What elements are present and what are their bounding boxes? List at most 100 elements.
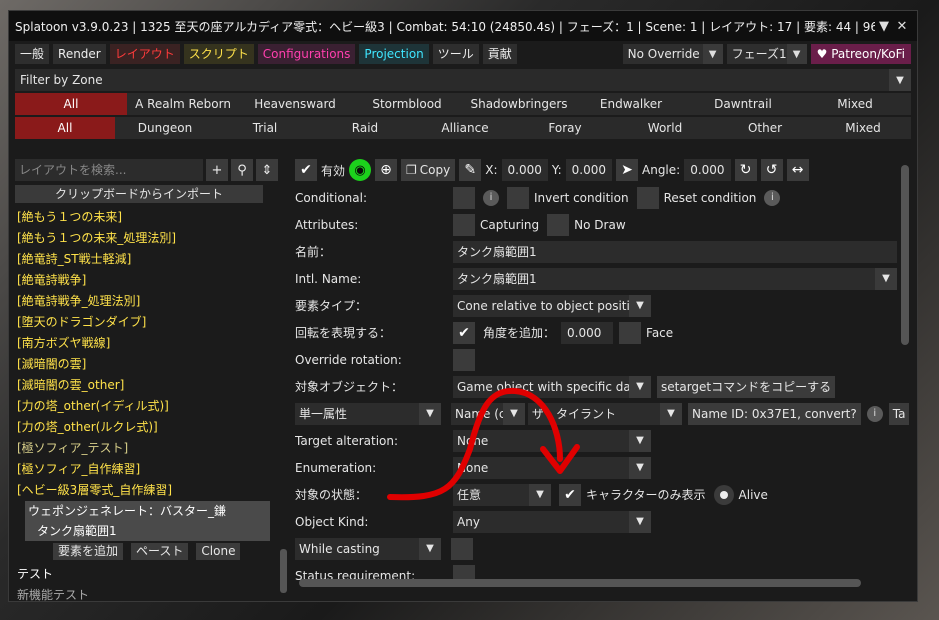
tab-tools[interactable]: ツール [432,44,479,64]
tab-content-raid[interactable]: Raid [315,117,415,139]
import-clipboard-button[interactable]: クリップボードからインポート [15,185,263,203]
face-checkbox[interactable]: ✔ [619,321,642,344]
rotate-cw-icon[interactable]: ↻ [734,159,757,181]
flip-horizontal-icon[interactable]: ↔ [786,159,809,181]
tab-exp-hw[interactable]: Heavensward [239,93,351,115]
phase-select[interactable]: フェーズ1 ▼ [726,44,807,64]
name-column-dropdown[interactable]: Name (c ▼ [451,402,525,425]
tab-content-alliance[interactable]: Alliance [415,117,515,139]
no-draw-checkbox[interactable]: ✔ [547,213,570,236]
layout-item[interactable]: [絶もう１つの未来_処理法別] [15,228,287,249]
casting-checkbox[interactable]: ✔ [451,537,473,560]
info-icon[interactable]: i [483,189,499,206]
tab-exp-mixed[interactable]: Mixed [799,93,911,115]
tab-general[interactable]: 一般 [15,44,50,64]
search-plus-icon[interactable]: ⚲ [231,159,253,181]
layout-item[interactable]: [絶竜詩戦争] [15,270,287,291]
override-rotation-checkbox[interactable]: ✔ [453,348,475,371]
tab-exp-shb[interactable]: Shadowbringers [463,93,575,115]
name-input[interactable]: タンク扇範囲1 [453,240,897,263]
info-icon[interactable]: i [764,189,781,206]
layout-item[interactable]: [力の塔_other(ルクレ式)] [15,417,287,438]
selected-element-item[interactable]: タンク扇範囲1 [25,521,270,541]
invert-condition-checkbox[interactable]: ✔ [507,186,529,209]
splatoon-window[interactable]: Splatoon v3.9.0.23 | 1325 至天の座アルカディア零式：ヘ… [8,10,918,602]
sort-icon[interactable]: ⇕ [256,159,278,181]
layout-item[interactable]: [極ソフィア_自作練習] [15,459,287,480]
tab-exp-all[interactable]: All [15,93,127,115]
ta-button[interactable]: Ta [888,402,910,425]
layout-item[interactable]: [極ソフィア_テスト] [15,438,287,459]
close-icon[interactable]: ✕ [893,19,911,34]
copy-button[interactable]: ❐ Copy [401,159,456,181]
target-alteration-dropdown[interactable]: None ▼ [453,429,651,452]
reset-condition-checkbox[interactable]: ✔ [636,186,659,209]
layout-item[interactable]: [絶竜詩_ST戦士軽減] [15,249,287,270]
tab-exp-dt[interactable]: Dawntrail [687,93,799,115]
info-icon[interactable]: i [866,405,883,422]
tab-content-all[interactable]: All [15,117,115,139]
horizontal-scrollbar[interactable] [299,579,861,587]
paste-button[interactable]: ペースト [131,543,189,560]
intl-name-dropdown[interactable]: タンク扇範囲1 ▼ [453,267,897,290]
tab-content-other[interactable]: Other [715,117,815,139]
selected-layout-item[interactable]: ウェポンジェネレート：バスター_鎌 [25,501,270,521]
enumeration-dropdown[interactable]: None ▼ [453,456,651,479]
angle-input[interactable]: 0.000 [684,159,731,181]
tab-projection[interactable]: Projection [359,44,429,64]
layout-item[interactable]: [南方ボズヤ戦線] [15,333,287,354]
tab-script[interactable]: スクリプト [183,44,254,64]
tab-content-world[interactable]: World [615,117,715,139]
tab-render[interactable]: Render [53,44,106,64]
tab-exp-ew[interactable]: Endwalker [575,93,687,115]
target-object-dropdown[interactable]: Game object with specific data ▼ [453,375,651,398]
layout-group[interactable]: テスト [15,564,287,585]
npc-name-dropdown[interactable]: ザ・タイラント ▼ [528,402,682,425]
conditional-checkbox[interactable]: ✔ [453,186,475,209]
tab-configurations[interactable]: Configurations [257,44,356,64]
tab-exp-arr[interactable]: A Realm Reborn [127,93,239,115]
tab-content-dungeon[interactable]: Dungeon [115,117,215,139]
tab-layout[interactable]: レイアウト [109,44,180,64]
y-input[interactable]: 0.000 [565,159,612,181]
tab-content-trial[interactable]: Trial [215,117,315,139]
vertical-scrollbar[interactable] [901,165,909,345]
element-type-dropdown[interactable]: Cone relative to object position ▼ [453,294,651,317]
layout-item[interactable]: [絶もう１つの未来] [15,207,287,228]
alive-radio[interactable] [713,484,734,505]
character-only-checkbox[interactable]: ✔ [559,483,581,506]
x-input[interactable]: 0.000 [501,159,548,181]
layout-item[interactable]: [滅暗闇の雲] [15,354,287,375]
title-bar[interactable]: Splatoon v3.9.0.23 | 1325 至天の座アルカディア零式：ヘ… [9,11,917,41]
override-select[interactable]: No Override ▼ [622,44,723,64]
layout-item[interactable]: [堕天のドラゴンダイブ] [15,312,287,333]
clone-button[interactable]: Clone [196,543,241,560]
layout-item[interactable]: [滅暗闇の雲_other] [15,375,287,396]
tab-exp-sb[interactable]: Stormblood [351,93,463,115]
layout-search-input[interactable]: レイアウトを検索... [15,159,203,181]
enabled-checkbox[interactable]: ✔ [295,159,317,181]
zone-filter-dropdown[interactable]: Filter by Zone ▼ [15,69,911,91]
copy-settarget-button[interactable]: setargetコマンドをコピーする [657,375,836,398]
object-kind-dropdown[interactable]: Any ▼ [453,510,651,533]
layout-item[interactable]: [絶竜詩戦争_処理法別] [15,291,287,312]
eye-icon[interactable]: ◉ [349,159,372,181]
tab-content-mixed[interactable]: Mixed [815,117,911,139]
tab-contribute[interactable]: 貢献 [482,44,517,64]
attribute-select-dropdown[interactable]: 単一属性 ▼ [295,402,441,425]
rotate-ccw-icon[interactable]: ↺ [760,159,783,181]
object-state-dropdown[interactable]: 任意 ▼ [453,483,551,506]
cursor-icon[interactable]: ➤ [616,159,638,181]
rotation-checkbox[interactable]: ✔ [453,321,475,344]
layout-item[interactable]: [力の塔_other(イディル式)] [15,396,287,417]
collapse-icon[interactable]: ▼ [875,19,893,34]
add-element-button[interactable]: 要素を追加 [53,543,124,560]
name-id-button[interactable]: Name ID: 0x37E1, convert? [688,402,861,425]
eyedropper-icon[interactable]: ✎ [459,159,482,181]
layout-group[interactable]: 新機能テスト [15,585,287,606]
patreon-button[interactable]: ♥ Patreon/KoFi [810,44,911,64]
tab-content-foray[interactable]: Foray [515,117,615,139]
capturing-checkbox[interactable]: ✔ [453,213,475,236]
left-scrollbar[interactable] [280,549,287,593]
layout-item[interactable]: [ヘビー級3層零式_自作練習] [15,480,287,501]
